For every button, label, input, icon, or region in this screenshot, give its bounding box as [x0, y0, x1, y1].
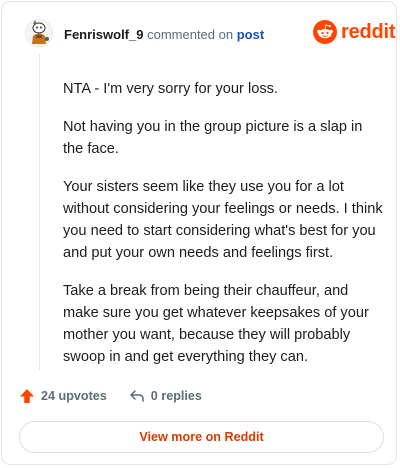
comment-paragraph: Your sisters seem like they use you for …: [63, 179, 383, 261]
reply-icon: [130, 390, 144, 402]
comment-embed-card: Fenriswolf_9 commented on post reddit NT…: [1, 1, 397, 465]
view-more-button[interactable]: View more on Reddit: [19, 421, 384, 453]
upvote-button[interactable]: 24 upvotes: [19, 388, 107, 404]
comment-paragraph: Take a break from being their chauffeur,…: [63, 283, 369, 365]
reply-button[interactable]: 0 replies: [129, 388, 202, 404]
comment-paragraph: NTA - I'm very sorry for your loss.: [63, 81, 278, 97]
reddit-wordmark: reddit: [341, 20, 396, 43]
comment-footer: 24 upvotes 0 replies: [19, 388, 224, 404]
comment-body: NTA - I'm very sorry for your loss. Not …: [63, 78, 383, 384]
post-link[interactable]: post: [237, 27, 264, 42]
comment-header: Fenriswolf_9 commented on post: [64, 27, 264, 42]
thread-line[interactable]: [39, 54, 40, 370]
upvote-count: 24 upvotes: [41, 389, 107, 403]
username-link[interactable]: Fenriswolf_9: [64, 27, 143, 42]
reply-count: 0 replies: [150, 389, 202, 403]
upvote-arrow-icon: [20, 389, 34, 403]
avatar[interactable]: [24, 18, 54, 48]
commented-on-text: commented on: [147, 27, 234, 42]
comment-paragraph: Not having you in the group picture is a…: [63, 119, 363, 157]
reddit-logo[interactable]: reddit: [313, 20, 396, 44]
reddit-snoo-icon: [313, 20, 337, 44]
